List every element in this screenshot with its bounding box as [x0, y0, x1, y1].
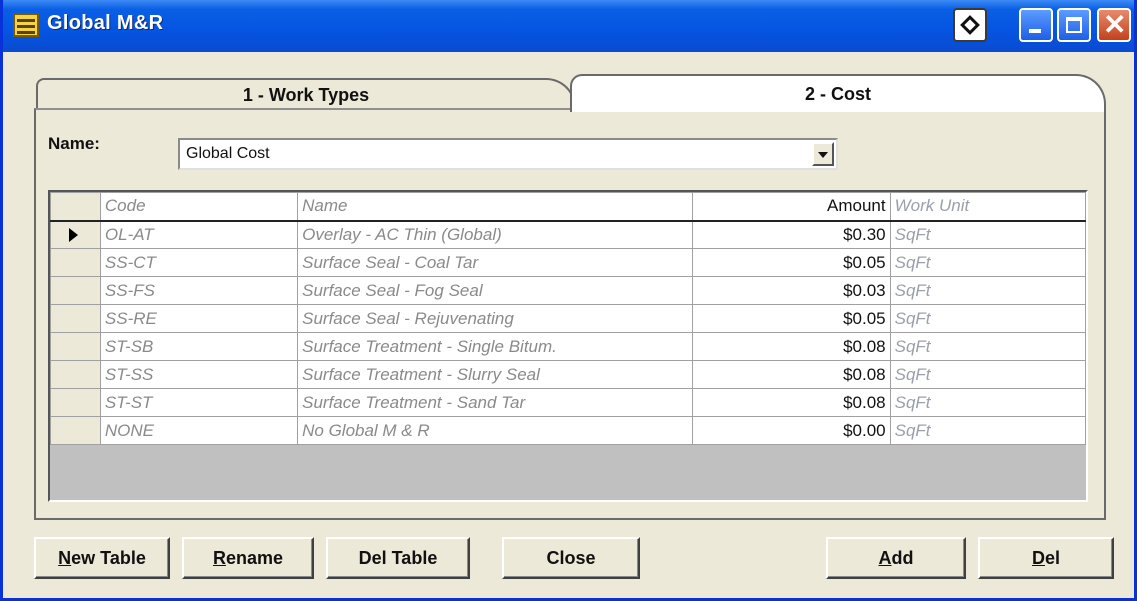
del-button[interactable]: Del — [978, 537, 1114, 579]
cell-name[interactable]: Overlay - AC Thin (Global) — [297, 220, 694, 249]
row-selector[interactable] — [50, 388, 101, 417]
window-title: Global M&R — [47, 12, 164, 34]
help-button[interactable] — [953, 8, 987, 42]
cell-code[interactable]: OL-AT — [99, 220, 299, 249]
cell-amount[interactable]: $0.08 — [692, 388, 891, 417]
column-header-code[interactable]: Code — [99, 192, 299, 222]
table-row[interactable]: ST-SB Surface Treatment - Single Bitum. $0… — [50, 332, 1086, 361]
row-selector[interactable] — [50, 332, 101, 361]
cell-code[interactable]: NONE — [99, 416, 299, 445]
row-selector[interactable] — [50, 276, 101, 305]
cell-name[interactable]: Surface Treatment - Sand Tar — [297, 388, 694, 417]
new-table-button-label: ew Table — [71, 547, 146, 568]
title-bar[interactable]: Global M&R ✕ — [3, 0, 1134, 52]
name-label: Name: — [48, 134, 100, 153]
add-button[interactable]: Add — [826, 537, 966, 579]
name-dropdown-value: Global Cost — [186, 145, 270, 162]
close-button[interactable]: Close — [502, 537, 640, 579]
name-dropdown[interactable]: Global Cost — [178, 138, 838, 170]
cell-work-unit[interactable]: SqFt — [889, 276, 1086, 305]
table-row[interactable]: SS-CT Surface Seal - Coal Tar $0.05 SqFt — [50, 248, 1086, 277]
cell-work-unit[interactable]: SqFt — [889, 388, 1086, 417]
cell-name[interactable]: Surface Seal - Rejuvenating — [297, 304, 694, 333]
cell-amount[interactable]: $0.00 — [692, 416, 891, 445]
tab-work-types[interactable]: 1 - Work Types — [36, 78, 576, 110]
tab-cost[interactable]: 2 - Cost — [570, 74, 1106, 112]
cell-work-unit[interactable]: SqFt — [889, 248, 1086, 277]
cell-work-unit[interactable]: SqFt — [889, 304, 1086, 333]
new-table-button-hotkey: N — [58, 547, 72, 568]
minimize-button[interactable] — [1019, 8, 1053, 42]
table-row[interactable]: SS-FS Surface Seal - Fog Seal $0.03 SqFt — [50, 276, 1086, 305]
cell-amount[interactable]: $0.30 — [692, 220, 891, 249]
chevron-down-icon[interactable] — [812, 142, 834, 166]
cell-code[interactable]: ST-SB — [99, 332, 299, 361]
rename-button-label: ename — [225, 547, 284, 568]
row-selector[interactable] — [50, 220, 101, 249]
del-button-label: el — [1044, 547, 1060, 568]
column-header-name[interactable]: Name — [297, 192, 694, 222]
cell-name[interactable]: Surface Treatment - Single Bitum. — [297, 332, 694, 361]
row-selector[interactable] — [50, 416, 101, 445]
cell-work-unit[interactable]: SqFt — [889, 360, 1086, 389]
diamond-icon — [960, 15, 980, 35]
row-selector[interactable] — [50, 304, 101, 333]
maximize-icon — [1066, 17, 1082, 33]
cell-code[interactable]: SS-FS — [99, 276, 299, 305]
cell-work-unit[interactable]: SqFt — [889, 332, 1086, 361]
maximize-button[interactable] — [1057, 8, 1091, 42]
cell-amount[interactable]: $0.05 — [692, 248, 891, 277]
new-table-button[interactable]: New Table — [34, 537, 170, 579]
cell-name[interactable]: Surface Seal - Fog Seal — [297, 276, 694, 305]
del-table-button[interactable]: Del Table — [326, 537, 470, 579]
cell-code[interactable]: SS-CT — [99, 248, 299, 277]
table-row[interactable]: SS-RE Surface Seal - Rejuvenating $0.05 SqF… — [50, 304, 1086, 333]
header-row: Code Name Amount Work Unit — [50, 192, 1086, 222]
table-row[interactable]: NONE No Global M & R $0.00 SqFt — [50, 416, 1086, 445]
row-selector[interactable] — [50, 248, 101, 277]
cell-amount[interactable]: $0.05 — [692, 304, 891, 333]
cell-name[interactable]: No Global M & R — [297, 416, 694, 445]
cell-code[interactable]: ST-ST — [99, 388, 299, 417]
del-button-hotkey: D — [1031, 547, 1045, 568]
cell-code[interactable]: SS-RE — [99, 304, 299, 333]
cost-grid[interactable]: Code Name Amount Work Unit OL-AT Overlay … — [48, 190, 1088, 502]
cost-table: Code Name Amount Work Unit OL-AT Overlay … — [50, 192, 1086, 445]
rename-button-hotkey: R — [212, 547, 226, 568]
cell-amount[interactable]: $0.08 — [692, 332, 891, 361]
add-button-label: dd — [891, 547, 914, 568]
row-selector-header — [50, 192, 101, 222]
close-icon: ✕ — [1103, 9, 1127, 40]
cell-amount[interactable]: $0.08 — [692, 360, 891, 389]
minimize-icon — [1029, 29, 1041, 33]
cell-name[interactable]: Surface Seal - Coal Tar — [297, 248, 694, 277]
column-header-amount[interactable]: Amount — [692, 192, 891, 222]
current-row-pointer-icon — [69, 228, 78, 243]
cell-name[interactable]: Surface Treatment - Slurry Seal — [297, 360, 694, 389]
add-button-hotkey: A — [878, 547, 892, 568]
rename-button[interactable]: Rename — [182, 537, 314, 579]
cell-amount[interactable]: $0.03 — [692, 276, 891, 305]
cell-code[interactable]: ST-SS — [99, 360, 299, 389]
column-header-work-unit[interactable]: Work Unit — [889, 192, 1086, 222]
table-row[interactable]: ST-ST Surface Treatment - Sand Tar $0.08 Sq… — [50, 388, 1086, 417]
close-window-button[interactable]: ✕ — [1097, 8, 1131, 42]
cell-work-unit[interactable]: SqFt — [889, 220, 1086, 249]
app-icon — [13, 13, 39, 37]
row-selector[interactable] — [50, 360, 101, 389]
table-row[interactable]: ST-SS Surface Treatment - Slurry Seal $0.0… — [50, 360, 1086, 389]
table-row[interactable]: OL-AT Overlay - AC Thin (Global) $0.30 SqFt — [50, 220, 1086, 249]
cell-work-unit[interactable]: SqFt — [889, 416, 1086, 445]
